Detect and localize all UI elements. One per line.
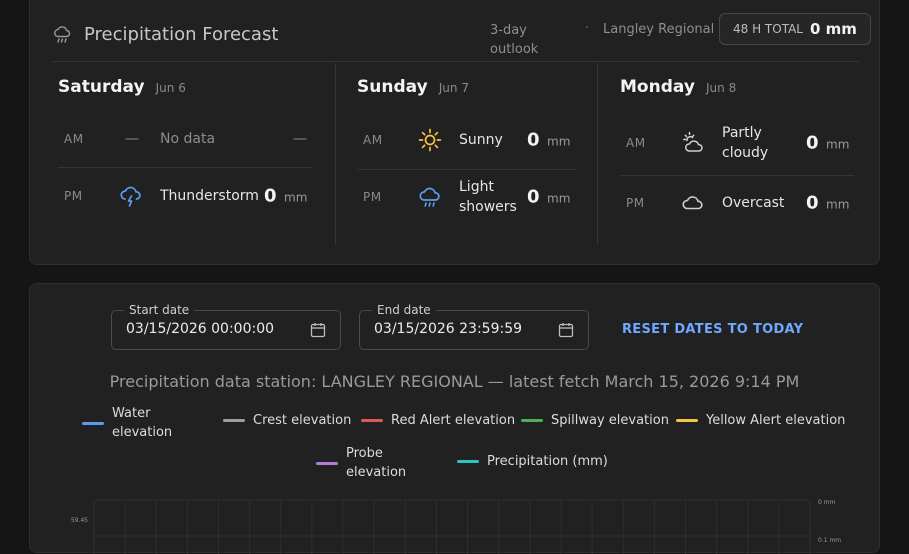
period-row-pm: PM Light showers 0 mm	[357, 169, 575, 225]
period-unit: mm	[284, 190, 308, 205]
no-data-value: —	[293, 131, 307, 147]
forecast-title: Precipitation Forecast	[84, 24, 279, 45]
day-name: Saturday	[58, 77, 145, 97]
light-showers-icon	[419, 187, 440, 207]
period-value: 0	[264, 185, 277, 207]
elevation-chart: 59.45 0 mm 0.1 mm	[71, 499, 841, 554]
y-left-tick-label: 59.45	[71, 517, 88, 524]
y-right-tick-label: 0.1 mm	[818, 537, 841, 544]
header-divider	[52, 61, 859, 62]
y-right-tick-label: 0 mm	[818, 499, 836, 506]
rain-cloud-icon	[54, 26, 71, 43]
total-value: 0 mm	[810, 20, 857, 38]
period-value: 0	[806, 192, 819, 214]
period-unit: mm	[826, 137, 850, 152]
overcast-icon	[682, 196, 703, 210]
header-separator: ·	[585, 21, 590, 36]
total-badge: 48 H TOTAL 0 mm	[719, 13, 871, 45]
period-condition: Light showers	[459, 179, 517, 215]
day-heading: Sunday Jun 7	[357, 77, 469, 97]
column-divider	[597, 63, 598, 245]
period-unit: mm	[826, 197, 850, 212]
column-divider	[335, 63, 336, 245]
period-label: AM	[363, 133, 383, 147]
day-name: Sunday	[357, 77, 428, 97]
day-column-saturday: Saturday Jun 6 AM — No data — PM Thunder…	[58, 63, 312, 245]
period-condition: Sunny	[459, 132, 503, 148]
period-row-am: AM Sunny 0 mm	[357, 111, 575, 169]
period-label: AM	[64, 132, 84, 146]
period-row-pm: PM Overcast 0 mm	[620, 175, 854, 231]
day-date: Jun 7	[438, 81, 469, 95]
period-row-pm: PM Thunderstorm 0 mm	[58, 167, 312, 225]
sun-icon	[418, 128, 442, 152]
period-row-am: AM — No data —	[58, 111, 312, 167]
forecast-header: Precipitation Forecast 3-day outlook · L…	[30, 0, 879, 63]
period-label: PM	[626, 196, 645, 210]
period-condition: Thunderstorm	[160, 188, 259, 204]
period-value: 0	[806, 132, 819, 154]
period-label: AM	[626, 136, 646, 150]
day-column-sunday: Sunday Jun 7 AM Sunny 0 mm PM Light show…	[357, 63, 575, 245]
period-unit: mm	[547, 191, 571, 206]
period-row-am: AM Partly cloudy 0 mm	[620, 111, 854, 175]
total-label: 48 H TOTAL	[733, 22, 803, 36]
day-heading: Monday Jun 8	[620, 77, 736, 97]
no-data-dash-icon: —	[125, 131, 139, 147]
day-column-monday: Monday Jun 8 AM Partly cloudy 0 mm PM Ov…	[620, 63, 854, 245]
partly-cloudy-icon	[683, 131, 703, 152]
period-unit: mm	[547, 134, 571, 149]
period-condition: Partly cloudy	[722, 125, 769, 161]
period-condition: No data	[160, 131, 216, 147]
period-value: 0	[527, 129, 540, 151]
period-label: PM	[64, 189, 83, 203]
thunderstorm-icon	[120, 186, 141, 207]
precipitation-forecast-card: Precipitation Forecast 3-day outlook · L…	[29, 0, 880, 265]
day-date: Jun 8	[706, 81, 737, 95]
day-date: Jun 6	[155, 81, 186, 95]
period-condition: Overcast	[722, 195, 785, 211]
period-value: 0	[527, 186, 540, 208]
period-label: PM	[363, 190, 382, 204]
elevation-chart-card: Start date 03/15/2026 00:00:00 End date …	[29, 283, 880, 554]
chart-grid	[93, 499, 811, 554]
forecast-outlook: 3-day outlook	[490, 23, 539, 57]
day-heading: Saturday Jun 6	[58, 77, 186, 97]
forecast-station: Langley Regional	[603, 22, 715, 37]
day-name: Monday	[620, 77, 695, 97]
